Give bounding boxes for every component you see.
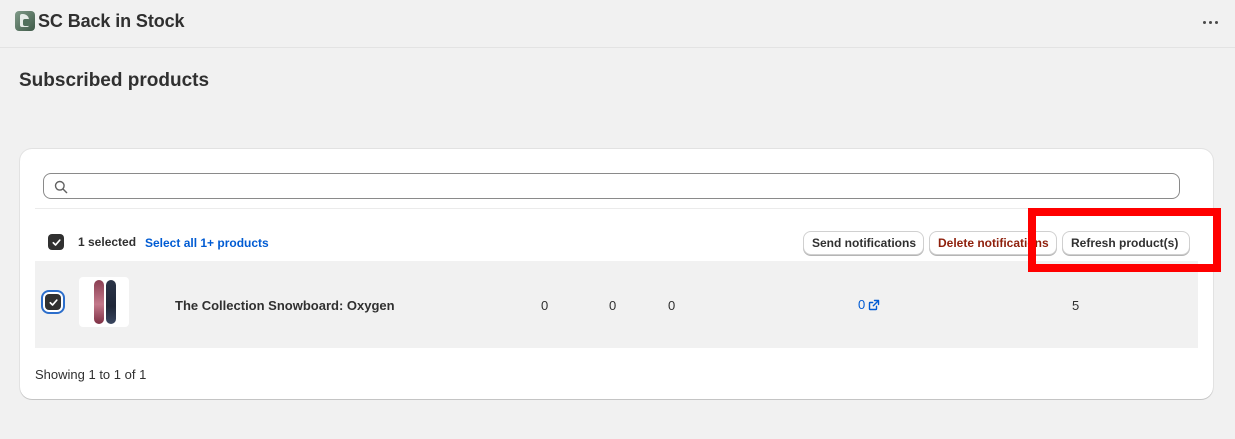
table-cell: 0 bbox=[668, 298, 676, 313]
search-icon bbox=[54, 180, 68, 194]
app-title: SC Back in Stock bbox=[38, 11, 185, 31]
more-horizontal-icon bbox=[1202, 20, 1206, 24]
select-all-checkbox[interactable] bbox=[48, 234, 64, 250]
pagination-info: Showing 1 to 1 of 1 bbox=[35, 367, 147, 382]
table-cell: 0 bbox=[541, 298, 549, 313]
checkmark-icon bbox=[51, 238, 61, 246]
select-all-link[interactable]: Select all 1+ products bbox=[145, 236, 269, 250]
search-input[interactable] bbox=[74, 176, 1174, 196]
selected-count: 1 selected bbox=[78, 235, 137, 249]
table-cell: 5 bbox=[1072, 298, 1080, 313]
notifications-link[interactable]: 0 bbox=[858, 297, 881, 312]
product-name: The Collection Snowboard: Oxygen bbox=[175, 298, 395, 313]
refresh-products-button[interactable]: Refresh product(s) bbox=[1062, 231, 1190, 255]
send-notifications-button[interactable]: Send notifications bbox=[803, 231, 924, 255]
delete-notifications-button[interactable]: Delete notifications bbox=[929, 231, 1057, 255]
checkmark-icon bbox=[48, 298, 58, 306]
snowboard-image bbox=[106, 280, 116, 324]
notifications-count: 0 bbox=[858, 297, 866, 312]
table-cell: 0 bbox=[609, 298, 617, 313]
page-title: Subscribed products bbox=[19, 70, 210, 91]
table-row[interactable]: The Collection Snowboard: Oxygen 0 0 0 0… bbox=[35, 261, 1198, 348]
bulk-actions-bar: 1 selected Select all 1+ products Send n… bbox=[35, 209, 1198, 261]
products-card: 1 selected Select all 1+ products Send n… bbox=[20, 149, 1213, 399]
app-logo-icon bbox=[15, 11, 35, 31]
search-field[interactable] bbox=[43, 173, 1180, 199]
snowboard-image bbox=[94, 280, 104, 324]
row-checkbox[interactable] bbox=[45, 294, 61, 310]
product-thumbnail bbox=[79, 277, 129, 327]
app-header: SC Back in Stock bbox=[0, 0, 1235, 48]
external-link-icon bbox=[869, 299, 880, 310]
more-options-button[interactable] bbox=[1199, 14, 1221, 30]
